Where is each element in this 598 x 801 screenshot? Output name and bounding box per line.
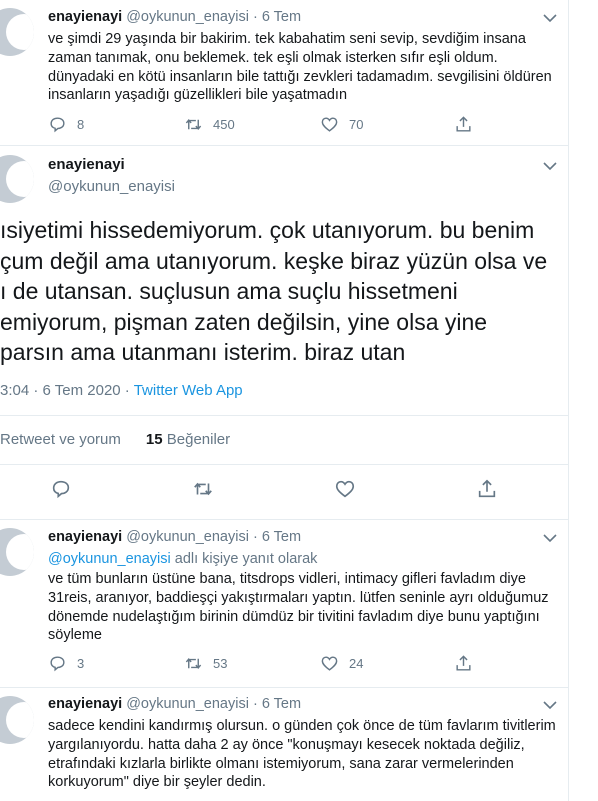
tweet-actions xyxy=(0,478,568,502)
reply-icon xyxy=(52,480,70,499)
reply-button[interactable]: 8 xyxy=(48,115,84,134)
retweet-button[interactable] xyxy=(192,478,214,500)
reply-button[interactable] xyxy=(50,478,72,500)
tweet-1[interactable]: enayienayi @oykunun_enayisi · 6 Tem ve ş… xyxy=(0,0,568,145)
retweet-count: 53 xyxy=(213,656,228,671)
tweet-actions: 3 53 24 xyxy=(48,654,478,676)
share-button[interactable] xyxy=(476,478,498,500)
tweet-text: ısiyetimi hissedemiyorum. çok utanıyorum… xyxy=(0,215,580,368)
reply-button[interactable]: 3 xyxy=(48,654,84,673)
likes-count[interactable]: 15 xyxy=(146,431,163,448)
retweet-icon xyxy=(194,482,212,496)
retweet-icon xyxy=(185,119,202,130)
tweet-text: ve şimdi 29 yaşında bir bakirim. tek kab… xyxy=(48,31,552,104)
timestamp[interactable]: 3:04 · 6 Tem 2020 · xyxy=(0,382,134,399)
timeline-border xyxy=(568,0,569,801)
like-button[interactable] xyxy=(334,478,356,500)
tweet-timestamp: 3:04 · 6 Tem 2020 · Twitter Web App xyxy=(0,382,300,399)
retweet-button[interactable]: 53 xyxy=(184,654,227,673)
avatar[interactable] xyxy=(0,528,34,576)
chevron-down-icon[interactable] xyxy=(543,700,557,710)
display-name[interactable]: enayienayi xyxy=(48,696,122,712)
share-button[interactable] xyxy=(454,115,473,134)
tweet-2[interactable]: enayienayi @oykunun_enayisi · 6 Tem @oyk… xyxy=(0,520,568,687)
like-icon xyxy=(321,656,338,671)
like-icon xyxy=(321,117,338,132)
tweet-stats: Retweet ve yorum 15 Beğeniler xyxy=(0,431,300,448)
tweet-header: enayienayi @oykunun_enayisi · 6 Tem xyxy=(48,9,302,25)
tweet-3[interactable]: enayienayi @oykunun_enayisi · 6 Tem sade… xyxy=(0,688,568,801)
display-name[interactable]: enayienayi xyxy=(48,156,125,173)
tweet-text: sadece kendini kandırmış olursun. o günd… xyxy=(48,718,556,791)
reply-icon xyxy=(50,656,65,672)
display-name[interactable]: enayienayi xyxy=(48,529,122,545)
source-link[interactable]: Twitter Web App xyxy=(134,382,243,399)
tweet-header: enayienayi @oykunun_enayisi · 6 Tem xyxy=(48,529,302,545)
handle[interactable]: @oykunun_enayisi xyxy=(126,9,249,25)
divider xyxy=(0,464,568,465)
quote-retweets-link[interactable]: Retweet ve yorum xyxy=(0,431,121,448)
display-name[interactable]: enayienayi xyxy=(48,9,122,25)
timestamp[interactable]: 6 Tem xyxy=(262,9,301,25)
share-icon xyxy=(456,655,471,671)
tweet-text-line: ısiyetimi hissedemiyorum. çok utanıyorum… xyxy=(0,217,535,243)
like-icon xyxy=(335,480,355,498)
reply-context: @oykunun_enayisi adlı kişiye yanıt olara… xyxy=(48,551,318,567)
chevron-down-icon[interactable] xyxy=(543,533,557,543)
tweet-text-line: parsın ama utanmanı isterim. biraz utan xyxy=(0,339,406,365)
reply-count: 3 xyxy=(77,656,85,671)
share-button[interactable] xyxy=(454,654,473,673)
handle[interactable]: @oykunun_enayisi xyxy=(126,696,249,712)
tweet-text: ve tüm bunların üstüne bana, titsdrops v… xyxy=(48,571,549,644)
retweet-count: 450 xyxy=(213,117,235,132)
like-button[interactable]: 70 xyxy=(320,115,363,134)
reply-to-link[interactable]: @oykunun_enayisi xyxy=(48,551,171,567)
timestamp[interactable]: 6 Tem xyxy=(262,529,301,545)
divider xyxy=(0,415,568,416)
avatar[interactable] xyxy=(0,155,34,203)
tweet-header: enayienayi @oykunun_enayisi · 6 Tem xyxy=(48,696,302,712)
chevron-down-icon[interactable] xyxy=(543,161,557,171)
tweet-text-line: çum değil ama utanıyorum. keşke biraz yü… xyxy=(0,247,548,274)
like-button[interactable]: 24 xyxy=(320,654,363,673)
like-count: 70 xyxy=(349,117,364,132)
likes-link[interactable]: Beğeniler xyxy=(167,431,230,448)
handle[interactable]: @oykunun_enayisi xyxy=(126,529,249,545)
tweet-text-line: ı de utansan. suçlusun ama suçlu hissetm… xyxy=(0,278,458,304)
share-icon xyxy=(478,479,496,498)
tweet-text-line: emiyorum, pişman zaten değilsin, yine ol… xyxy=(0,308,488,335)
reply-icon xyxy=(50,117,65,133)
retweet-icon xyxy=(185,658,202,669)
like-count: 24 xyxy=(349,656,364,671)
reply-count: 8 xyxy=(77,117,85,132)
chevron-down-icon[interactable] xyxy=(543,13,557,23)
avatar[interactable] xyxy=(0,696,34,744)
share-icon xyxy=(456,116,471,132)
handle[interactable]: @oykunun_enayisi xyxy=(48,178,175,195)
avatar[interactable] xyxy=(0,8,34,56)
timestamp[interactable]: 6 Tem xyxy=(262,696,301,712)
retweet-button[interactable]: 450 xyxy=(184,115,235,134)
tweet-actions: 8 450 70 xyxy=(48,115,478,137)
